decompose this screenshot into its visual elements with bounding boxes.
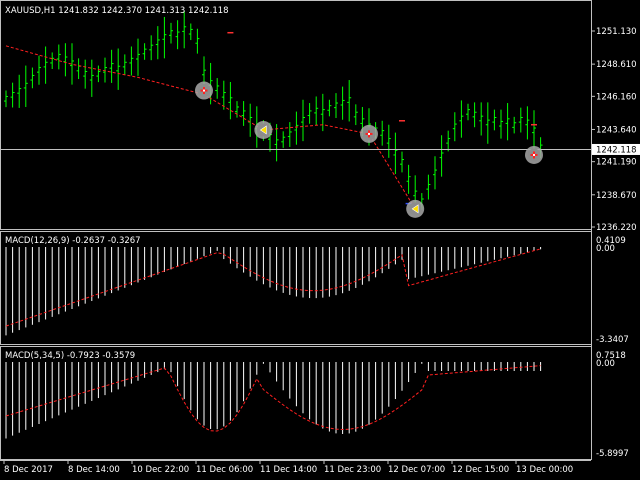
time-axis-labels: 8 Dec 2017 8 Dec 14:00 10 Dec 22:00 11 Dec … [3, 460, 573, 475]
macd1-tick-zero: 0.00 [596, 244, 615, 254]
price-tick-1: 1248.610 [596, 60, 637, 70]
macd1-histogram [5, 247, 542, 336]
left-arrow-icon[interactable] [406, 199, 425, 218]
time-label-0: 8 Dec 2017 [4, 465, 53, 475]
macd2-tick-min: -5.8997 [596, 449, 629, 459]
macd2-signal-line [5, 365, 541, 432]
left-arrow-icon[interactable] [254, 120, 273, 139]
time-label-3: 11 Dec 06:00 [196, 465, 253, 475]
macd1-title: MACD(12,26,9) -0.2637 -0.3267 [5, 236, 141, 246]
macd2-tick-zero: 0.00 [596, 359, 615, 369]
time-label-6: 12 Dec 07:00 [388, 465, 445, 475]
current-price-tag: 1242.118 [592, 143, 640, 155]
chart-header: XAUUSD,H1 1241.832 1242.370 1241.313 124… [5, 6, 229, 16]
plus-circle-icon[interactable] [525, 145, 543, 164]
time-label-5: 11 Dec 23:00 [324, 465, 381, 475]
time-label-7: 12 Dec 15:00 [452, 465, 509, 475]
price-tick-0: 1251.130 [596, 27, 637, 37]
chart-canvas[interactable]: 1251.130 1248.610 1246.160 1243.640 1241.190… [0, 0, 640, 480]
time-label-2: 10 Dec 22:00 [132, 465, 189, 475]
current-price-label: 1242.118 [596, 145, 637, 155]
price-tick-2: 1246.160 [596, 92, 637, 102]
plus-circle-icon[interactable] [195, 81, 213, 100]
level-marks [227, 31, 537, 205]
price-ticks: 1251.130 1248.610 1246.160 1243.640 1241.190… [591, 27, 637, 233]
macd1-tick-min: -3.3407 [596, 335, 629, 345]
price-tick-4: 1241.190 [596, 158, 637, 168]
price-tick-5: 1238.670 [596, 191, 637, 201]
time-label-1: 8 Dec 14:00 [68, 465, 120, 475]
time-label-4: 11 Dec 14:00 [260, 465, 317, 475]
price-tick-3: 1243.640 [596, 126, 637, 136]
plus-circle-icon[interactable] [360, 124, 378, 143]
macd2-histogram [5, 362, 542, 439]
price-tick-6: 1236.220 [596, 223, 637, 233]
macd1-signal-line [5, 248, 541, 327]
macd2-title: MACD(5,34,5) -0.7923 -0.3579 [5, 351, 135, 361]
price-bars [4, 11, 543, 213]
time-label-8: 13 Dec 00:00 [516, 465, 573, 475]
